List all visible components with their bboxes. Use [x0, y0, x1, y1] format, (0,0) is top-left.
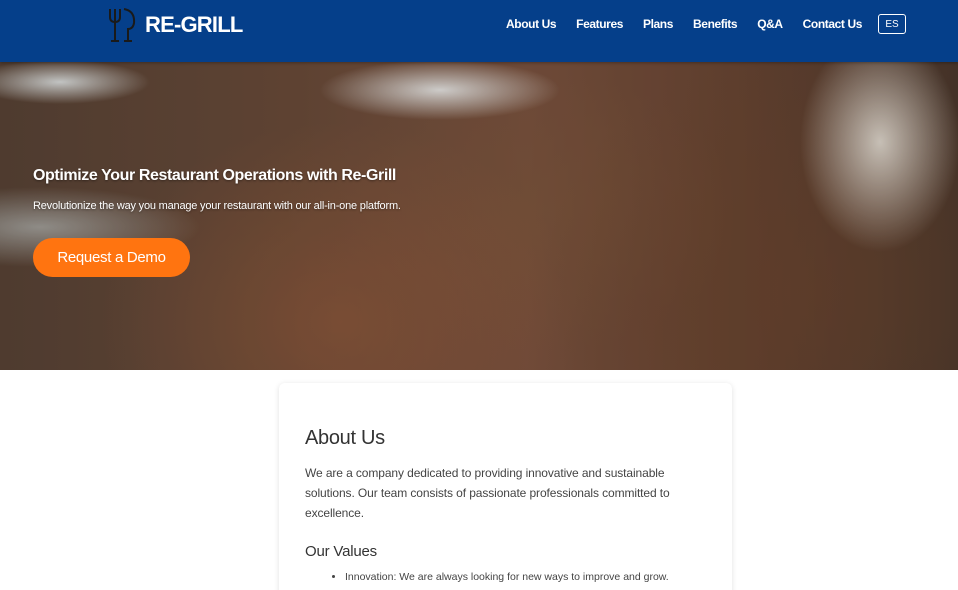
logo-text: RE-GRILL	[145, 12, 243, 37]
hero-section: Optimize Your Restaurant Operations with…	[0, 62, 958, 370]
site-header: RE-GRILL About Us Features Plans Benefit…	[0, 0, 958, 62]
values-heading: Our Values	[305, 543, 377, 560]
values-list: Innovation: We are always looking for ne…	[305, 570, 706, 584]
nav-plans[interactable]: Plans	[643, 14, 673, 34]
nav-about-us[interactable]: About Us	[506, 14, 557, 34]
hero-subtitle: Revolutionize the way you manage your re…	[33, 200, 401, 212]
nav-features[interactable]: Features	[576, 14, 623, 34]
hero-background-image	[0, 62, 958, 370]
list-item: Innovation: We are always looking for ne…	[345, 570, 706, 584]
hero-title: Optimize Your Restaurant Operations with…	[33, 167, 396, 184]
nav-contact-us[interactable]: Contact Us	[803, 14, 863, 34]
language-toggle-button[interactable]: ES	[878, 14, 906, 34]
main-nav: About Us Features Plans Benefits Q&A Con…	[486, 14, 906, 34]
cutlery-glass-icon	[109, 8, 136, 42]
about-us-card: About Us We are a company dedicated to p…	[279, 383, 732, 590]
about-us-heading: About Us	[305, 427, 385, 449]
logo[interactable]: RE-GRILL	[107, 7, 243, 43]
request-demo-button[interactable]: Request a Demo	[33, 238, 190, 277]
about-us-text: We are a company dedicated to providing …	[305, 466, 670, 520]
nav-benefits[interactable]: Benefits	[693, 14, 738, 34]
nav-qa[interactable]: Q&A	[757, 14, 783, 34]
